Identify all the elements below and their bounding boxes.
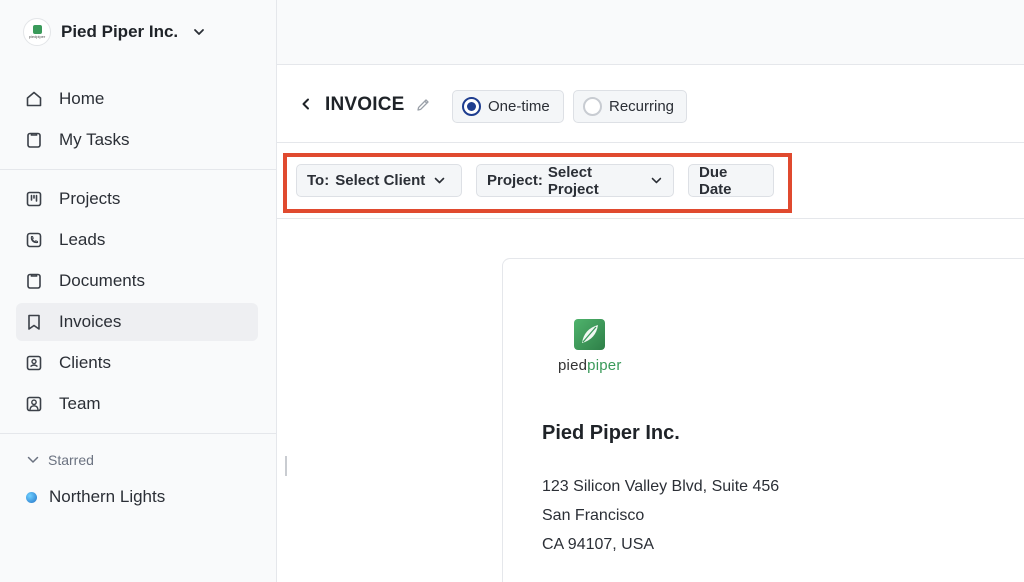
address-line: CA 94107, USA — [542, 536, 655, 553]
chevron-down-icon — [27, 456, 39, 463]
top-bar — [277, 0, 1024, 65]
radio-unselected-icon — [583, 97, 602, 116]
company-name: Pied Piper Inc. — [542, 422, 680, 444]
project-prefix: Project: — [487, 172, 543, 189]
project-color-dot — [26, 491, 37, 503]
clipboard-icon — [27, 273, 41, 289]
sidebar-item-documents[interactable]: Documents — [16, 262, 258, 300]
divider — [0, 169, 277, 170]
due-date-button[interactable]: Due Date — [688, 163, 774, 198]
client-value: Select Client — [335, 172, 426, 189]
invoice-preview: piedpiper Pied Piper Inc. 123 Silicon Va… — [502, 258, 1024, 582]
chevron-down-icon — [194, 29, 205, 35]
address-line: San Francisco — [542, 507, 645, 524]
sidebar-item-label: Leads — [59, 230, 106, 249]
edit-pencil-icon[interactable] — [415, 97, 431, 113]
sidebar-item-leads[interactable]: Leads — [16, 221, 258, 259]
clipboard-icon — [27, 132, 41, 148]
sidebar-item-invoices[interactable]: Invoices — [16, 303, 258, 341]
invoice-header: INVOICE One-time Recurring — [277, 65, 1024, 143]
nav-secondary: Projects Leads Documents Invoices Client… — [16, 180, 258, 426]
page-title: INVOICE — [325, 94, 405, 115]
sidebar-item-team[interactable]: Team — [16, 385, 258, 423]
kanban-icon — [26, 191, 42, 207]
sidebar-item-label: Clients — [59, 353, 111, 372]
client-select-button[interactable]: To: Select Client — [296, 164, 462, 197]
pied-piper-logo-icon — [574, 319, 605, 350]
starred-label: Starred — [48, 452, 94, 468]
project-select-button[interactable]: Project: Select Project — [476, 163, 674, 198]
starred-section-toggle[interactable]: Starred — [26, 452, 94, 468]
address-line: 123 Silicon Valley Blvd, Suite 456 — [542, 478, 780, 495]
project-value: Select Project — [547, 163, 599, 198]
sidebar-item-label: Documents — [59, 271, 145, 290]
radio-selected-icon — [462, 97, 481, 116]
nav-primary: Home My Tasks — [16, 80, 258, 162]
bookmark-icon — [28, 314, 40, 330]
org-logo: piedpiper — [23, 18, 51, 46]
sidebar-item-clients[interactable]: Clients — [16, 344, 258, 382]
due-date-label: Due Date — [699, 163, 732, 198]
sidebar-item-label: Invoices — [59, 312, 122, 331]
sidebar-item-projects[interactable]: Projects — [16, 180, 258, 218]
sidebar-item-label: My Tasks — [59, 130, 130, 149]
starred-item-label: Northern Lights — [49, 487, 166, 506]
invoice-type-label: One-time — [488, 98, 550, 115]
chevron-down-icon — [434, 177, 445, 184]
sidebar: piedpiper Pied Piper Inc. Home My Tasks — [0, 0, 277, 582]
sidebar-item-home[interactable]: Home — [16, 80, 258, 118]
user-square-icon — [26, 396, 42, 412]
sidebar-item-label: Home — [59, 89, 105, 108]
home-icon — [26, 91, 42, 107]
sidebar-item-my-tasks[interactable]: My Tasks — [16, 121, 258, 159]
divider — [0, 433, 277, 434]
org-switcher[interactable]: piedpiper Pied Piper Inc. — [23, 17, 206, 47]
contact-card-icon — [26, 355, 42, 371]
invoice-type-recurring[interactable]: Recurring — [573, 90, 687, 123]
back-arrow-icon[interactable] — [299, 97, 313, 111]
resize-handle[interactable] — [285, 456, 287, 476]
invoice-fields-bar: To: Select Client Project: Select Projec… — [277, 143, 1024, 219]
invoice-type-label: Recurring — [609, 98, 675, 115]
client-prefix: To: — [307, 172, 330, 189]
logo-wordmark: piedpiper — [558, 357, 622, 374]
sidebar-item-label: Projects — [59, 189, 121, 208]
org-name: Pied Piper Inc. — [61, 22, 179, 41]
invoice-type-one-time[interactable]: One-time — [452, 90, 564, 123]
phone-icon — [26, 232, 42, 248]
company-logo: piedpiper — [558, 319, 638, 374]
chevron-down-icon — [651, 177, 662, 184]
starred-item-northern-lights[interactable]: Northern Lights — [26, 487, 165, 507]
sidebar-item-label: Team — [59, 394, 101, 413]
